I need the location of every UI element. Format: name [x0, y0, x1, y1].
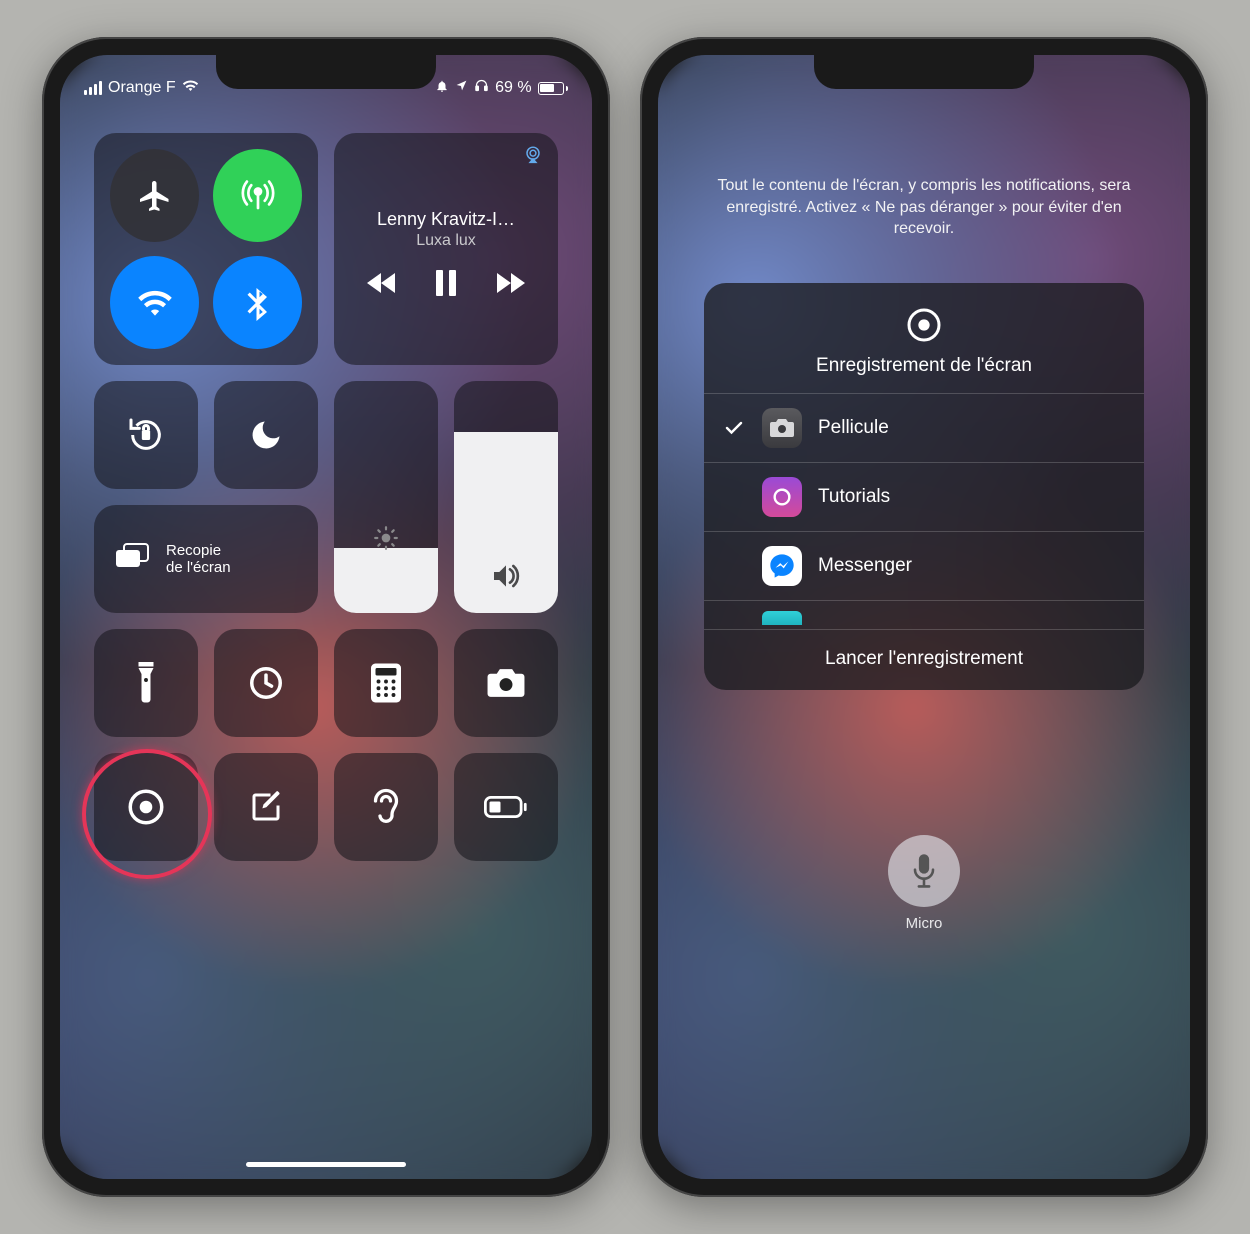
- microphone-control: Micro: [888, 835, 960, 932]
- timer-button[interactable]: [214, 629, 318, 737]
- media-title: Lenny Kravitz-I…: [377, 209, 515, 230]
- messenger-app-icon: [762, 546, 802, 586]
- screen-mirroring-button[interactable]: Recopie de l'écran: [94, 505, 318, 613]
- destination-label: Messenger: [818, 555, 912, 577]
- notch: [814, 55, 1034, 89]
- destination-row-pellicule[interactable]: Pellicule: [704, 394, 1144, 463]
- phone-right: Tout le contenu de l'écran, y compris le…: [640, 37, 1208, 1197]
- brightness-fill: [334, 548, 438, 613]
- media-prev-button[interactable]: [365, 271, 399, 295]
- screen-mirroring-icon: [112, 542, 152, 577]
- screen-recording-panel: Enregistrement de l'écran Pellicule: [704, 283, 1144, 690]
- start-recording-button[interactable]: Lancer l'enregistrement: [704, 630, 1144, 690]
- wifi-toggle[interactable]: [110, 256, 199, 349]
- notch: [216, 55, 436, 89]
- destination-row-partial[interactable]: [704, 601, 1144, 630]
- photos-app-icon: [762, 408, 802, 448]
- volume-icon: [490, 562, 522, 595]
- connectivity-platter[interactable]: [94, 133, 318, 365]
- signal-bars-icon: [84, 81, 102, 95]
- airplane-mode-toggle[interactable]: [110, 149, 199, 242]
- bluetooth-toggle[interactable]: [213, 256, 302, 349]
- carrier-label: Orange F: [108, 79, 176, 97]
- camera-button[interactable]: [454, 629, 558, 737]
- flashlight-button[interactable]: [94, 629, 198, 737]
- microphone-toggle[interactable]: [888, 835, 960, 907]
- screen-right: Tout le contenu de l'écran, y compris le…: [658, 55, 1190, 1179]
- microphone-label: Micro: [888, 915, 960, 932]
- panel-header: Enregistrement de l'écran: [704, 305, 1144, 393]
- rotation-lock-toggle[interactable]: [94, 381, 198, 489]
- media-next-button[interactable]: [493, 271, 527, 295]
- location-status-icon: [455, 79, 468, 97]
- screen-record-icon: [704, 305, 1144, 345]
- screen-mirroring-label: Recopie de l'écran: [166, 542, 231, 577]
- volume-slider[interactable]: [454, 381, 558, 613]
- media-pause-button[interactable]: [435, 270, 457, 296]
- battery-pct-label: 69 %: [495, 79, 531, 97]
- tutorials-app-icon: [762, 477, 802, 517]
- destination-list: Pellicule Tutorials Messenger: [704, 393, 1144, 630]
- hearing-button[interactable]: [334, 753, 438, 861]
- alarm-status-icon: [435, 79, 449, 98]
- destination-label: Tutorials: [818, 486, 890, 508]
- cellular-data-toggle[interactable]: [213, 149, 302, 242]
- panel-title: Enregistrement de l'écran: [704, 355, 1144, 377]
- destination-row-messenger[interactable]: Messenger: [704, 532, 1144, 601]
- media-platter[interactable]: Lenny Kravitz-I… Luxa lux: [334, 133, 558, 365]
- brightness-slider[interactable]: [334, 381, 438, 613]
- media-subtitle: Luxa lux: [416, 232, 476, 250]
- do-not-disturb-toggle[interactable]: [214, 381, 318, 489]
- partial-app-icon: [762, 611, 802, 625]
- home-indicator[interactable]: [246, 1162, 406, 1167]
- wifi-status-icon: [182, 79, 199, 97]
- destination-row-tutorials[interactable]: Tutorials: [704, 463, 1144, 532]
- screen-left: Orange F 69 %: [60, 55, 592, 1179]
- destination-label: Pellicule: [818, 417, 889, 439]
- brightness-icon: [373, 525, 399, 556]
- recording-warning-message: Tout le contenu de l'écran, y compris le…: [698, 175, 1150, 240]
- highlight-ring: [82, 749, 212, 879]
- low-power-button[interactable]: [454, 753, 558, 861]
- notes-button[interactable]: [214, 753, 318, 861]
- headphones-status-icon: [474, 78, 489, 98]
- airplay-icon[interactable]: [522, 145, 544, 170]
- battery-icon: [538, 82, 568, 95]
- calculator-button[interactable]: [334, 629, 438, 737]
- checkmark-icon: [722, 421, 746, 435]
- phone-left: Orange F 69 %: [42, 37, 610, 1197]
